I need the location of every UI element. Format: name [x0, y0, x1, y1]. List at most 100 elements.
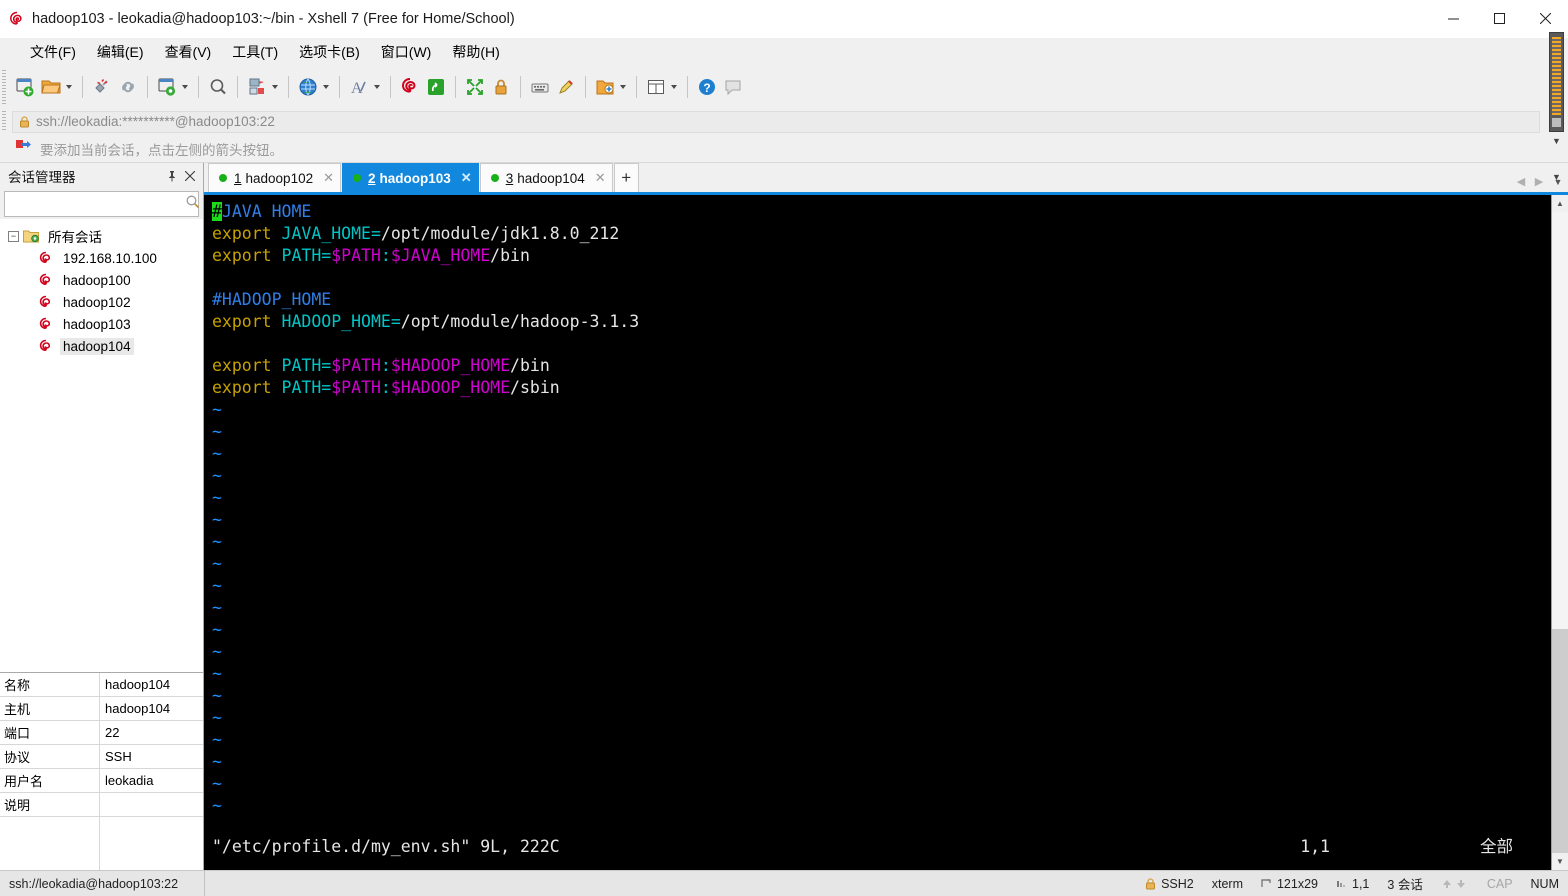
status-transfer-arrows — [1432, 871, 1478, 896]
cursor-icon — [1336, 878, 1347, 889]
session-tree: − 所有会话 192.168.10.100 hadoop100 hadoop10… — [0, 219, 203, 672]
toolbar-separator — [585, 76, 586, 98]
highlight-icon[interactable] — [553, 71, 579, 103]
session-item-4[interactable]: hadoop104 — [0, 335, 203, 357]
menu-help[interactable]: 帮助(H) — [444, 39, 507, 65]
menu-tabs[interactable]: 选项卡(B) — [291, 39, 368, 65]
tree-root-all-sessions[interactable]: − 所有会话 — [0, 225, 203, 247]
session-properties-dropdown-icon[interactable] — [182, 85, 188, 89]
flag-arrow-icon[interactable] — [14, 138, 32, 159]
layout-icon[interactable] — [643, 71, 669, 103]
minimize-button[interactable] — [1430, 0, 1476, 38]
session-item-1[interactable]: hadoop100 — [0, 269, 203, 291]
status-protocol: SSH2 — [1161, 876, 1194, 891]
new-tab-button[interactable]: + — [613, 163, 639, 192]
terminal-scrollbar[interactable]: ▲ ▼ — [1551, 195, 1568, 870]
scrollbar-thumb[interactable] — [1552, 628, 1568, 853]
tab-number: 1 — [234, 170, 242, 186]
disconnect-icon[interactable] — [89, 71, 115, 103]
window-title: hadoop103 - leokadia@hadoop103:~/bin - X… — [32, 10, 515, 27]
font-dropdown-icon[interactable] — [374, 85, 380, 89]
terminal-text: ~ — [212, 598, 222, 617]
terminal-text: export — [212, 378, 282, 397]
help-icon[interactable]: ? — [694, 71, 720, 103]
menu-view[interactable]: 查看(V) — [157, 39, 220, 65]
lock-icon — [1145, 877, 1156, 890]
tab-close-icon[interactable]: ✕ — [461, 170, 472, 186]
tab-close-icon[interactable]: ✕ — [323, 170, 334, 186]
new-folder-dropdown-icon[interactable] — [620, 85, 626, 89]
terminal-line: ~ — [212, 509, 1551, 531]
menu-window[interactable]: 窗口(W) — [373, 39, 440, 65]
globe-dropdown-icon[interactable] — [323, 85, 329, 89]
session-label: hadoop104 — [60, 337, 134, 355]
tab-hadoop102[interactable]: 1 hadoop102 ✕ — [208, 163, 341, 192]
tab-label: hadoop104 — [517, 170, 585, 186]
session-item-2[interactable]: hadoop102 — [0, 291, 203, 313]
font-icon[interactable]: A — [346, 71, 372, 103]
property-row: 名称 hadoop104 — [0, 673, 203, 697]
globe-icon[interactable] — [295, 71, 321, 103]
keyboard-icon[interactable] — [527, 71, 553, 103]
close-panel-icon[interactable] — [181, 167, 199, 185]
terminal-text: JAVA HOME — [221, 202, 312, 221]
address-input[interactable]: ssh://leokadia:**********@hadoop103:22 — [12, 110, 1540, 133]
terminal-line: ~ — [212, 707, 1551, 729]
tab-scroll-right-icon[interactable]: ▶ — [1530, 175, 1548, 188]
property-value: hadoop104 — [105, 677, 171, 692]
terminal-text: $HADOOP_HOME — [390, 356, 511, 375]
scroll-down-icon[interactable]: ▼ — [1552, 853, 1568, 870]
property-value: 22 — [105, 725, 120, 740]
stripe-knob-icon[interactable] — [1552, 118, 1561, 127]
toolbar-overflow-widget[interactable] — [1549, 32, 1564, 132]
reconnect-icon[interactable] — [115, 71, 141, 103]
status-cursor: 1,1 — [1352, 876, 1370, 891]
vim-cursor-position: 1,1 — [1300, 837, 1330, 856]
scrollbar-track[interactable] — [1552, 212, 1568, 853]
new-folder-icon[interactable] — [592, 71, 618, 103]
search-icon[interactable] — [185, 194, 200, 214]
pin-icon[interactable] — [163, 167, 181, 185]
menu-edit[interactable]: 编辑(E) — [89, 39, 152, 65]
terminal-text: /bin — [510, 356, 550, 375]
tab-scroll-left-icon[interactable]: ◀ — [1512, 175, 1530, 188]
maximize-button[interactable] — [1476, 0, 1522, 38]
lock-icon[interactable] — [488, 71, 514, 103]
comment-icon[interactable] — [720, 71, 746, 103]
tab-close-icon[interactable]: ✕ — [595, 170, 606, 186]
addressbar-grip[interactable] — [2, 111, 6, 131]
tab-hadoop103[interactable]: 2 hadoop103 ✕ — [342, 163, 479, 192]
session-search-input[interactable] — [9, 196, 185, 212]
session-item-3[interactable]: hadoop103 — [0, 313, 203, 335]
session-item-0[interactable]: 192.168.10.100 — [0, 247, 203, 269]
terminal-screen[interactable]: #JAVA HOME export JAVA_HOME=/opt/module/j… — [204, 195, 1551, 870]
transfer-file-icon[interactable] — [244, 71, 270, 103]
menu-file[interactable]: 文件(F) — [22, 39, 84, 65]
tree-expander-icon[interactable]: − — [8, 230, 19, 242]
session-label: 192.168.10.100 — [63, 250, 157, 266]
main-body: 会话管理器 − 所有会话 192.168.10.100 hadoop100 ha… — [0, 163, 1568, 871]
terminal-text: ~ — [212, 510, 222, 529]
find-icon[interactable] — [205, 71, 231, 103]
addressbar-overflow-caret-icon[interactable]: ▼ — [1549, 172, 1564, 182]
open-folder-dropdown-icon[interactable] — [66, 85, 72, 89]
toolbar-grip[interactable] — [2, 70, 6, 104]
toolbar-separator — [339, 76, 340, 98]
toolbar-overflow-caret-icon[interactable]: ▼ — [1549, 136, 1564, 146]
layout-dropdown-icon[interactable] — [671, 85, 677, 89]
toolbar-separator — [237, 76, 238, 98]
xftp-icon[interactable] — [423, 71, 449, 103]
xshell-icon[interactable] — [397, 71, 423, 103]
property-row: 端口 22 — [0, 721, 203, 745]
session-properties-icon[interactable] — [154, 71, 180, 103]
transfer-file-dropdown-icon[interactable] — [272, 85, 278, 89]
property-key-empty — [0, 817, 100, 871]
session-manager-header: 会话管理器 — [0, 163, 203, 189]
session-search-box[interactable] — [4, 191, 200, 217]
fullscreen-icon[interactable] — [462, 71, 488, 103]
scroll-up-icon[interactable]: ▲ — [1552, 195, 1568, 212]
open-folder-icon[interactable] — [38, 71, 64, 103]
tab-hadoop104[interactable]: 3 hadoop104 ✕ — [479, 163, 613, 192]
new-session-icon[interactable] — [12, 71, 38, 103]
menu-tools[interactable]: 工具(T) — [224, 39, 286, 65]
